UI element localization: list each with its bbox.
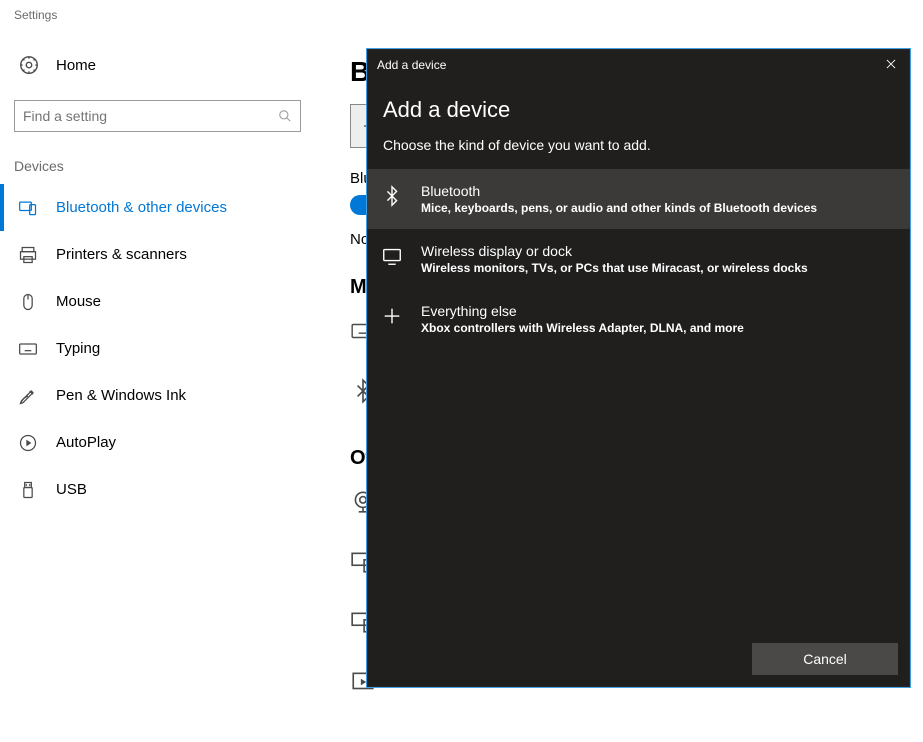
pen-icon [18, 386, 38, 406]
sidebar-item-label: Mouse [56, 293, 101, 310]
search-icon [278, 109, 292, 123]
option-desc: Wireless monitors, TVs, or PCs that use … [421, 261, 808, 275]
dialog-subtitle: Choose the kind of device you want to ad… [383, 137, 894, 153]
home-button[interactable]: Home [0, 44, 315, 86]
dialog-titlebar: Add a device [367, 49, 910, 81]
option-title: Wireless display or dock [421, 243, 808, 259]
devices-icon [18, 198, 38, 218]
sidebar-item-bluetooth[interactable]: Bluetooth & other devices [0, 184, 315, 231]
sidebar-item-label: Bluetooth & other devices [56, 199, 227, 216]
sidebar-item-pen[interactable]: Pen & Windows Ink [0, 372, 315, 419]
sidebar: Home Devices Bluetooth & other devices P… [0, 0, 315, 513]
option-title: Bluetooth [421, 183, 817, 199]
sidebar-item-label: AutoPlay [56, 434, 116, 451]
sidebar-item-printers[interactable]: Printers & scanners [0, 231, 315, 278]
sidebar-item-label: USB [56, 481, 87, 498]
option-bluetooth[interactable]: Bluetooth Mice, keyboards, pens, or audi… [367, 169, 910, 229]
mouse-icon [18, 292, 38, 312]
dialog-heading: Add a device [383, 97, 894, 123]
sidebar-item-usb[interactable]: USB [0, 466, 315, 513]
dialog-footer: Cancel [367, 631, 910, 687]
cancel-button[interactable]: Cancel [752, 643, 898, 675]
search-field[interactable] [23, 108, 278, 124]
autoplay-icon [18, 433, 38, 453]
keyboard-icon [18, 339, 38, 359]
sidebar-item-label: Printers & scanners [56, 246, 187, 263]
sidebar-item-typing[interactable]: Typing [0, 325, 315, 372]
display-icon [381, 245, 403, 267]
home-icon [18, 54, 40, 76]
printer-icon [18, 245, 38, 265]
search-input[interactable] [14, 100, 301, 132]
bluetooth-icon [381, 185, 403, 207]
sidebar-item-label: Typing [56, 340, 100, 357]
dialog-titlebar-text: Add a device [377, 58, 446, 72]
sidebar-item-autoplay[interactable]: AutoPlay [0, 419, 315, 466]
sidebar-item-label: Pen & Windows Ink [56, 387, 186, 404]
plus-icon [381, 305, 403, 327]
option-title: Everything else [421, 303, 744, 319]
option-everything-else[interactable]: Everything else Xbox controllers with Wi… [367, 289, 910, 349]
section-title: Devices [0, 132, 315, 184]
home-label: Home [56, 57, 96, 74]
option-desc: Mice, keyboards, pens, or audio and othe… [421, 201, 817, 215]
close-button[interactable] [884, 57, 900, 73]
add-device-dialog: Add a device Add a device Choose the kin… [366, 48, 911, 688]
sidebar-item-mouse[interactable]: Mouse [0, 278, 315, 325]
dialog-body: Add a device Choose the kind of device y… [367, 81, 910, 349]
option-desc: Xbox controllers with Wireless Adapter, … [421, 321, 744, 335]
option-wireless-display[interactable]: Wireless display or dock Wireless monito… [367, 229, 910, 289]
usb-icon [18, 480, 38, 500]
